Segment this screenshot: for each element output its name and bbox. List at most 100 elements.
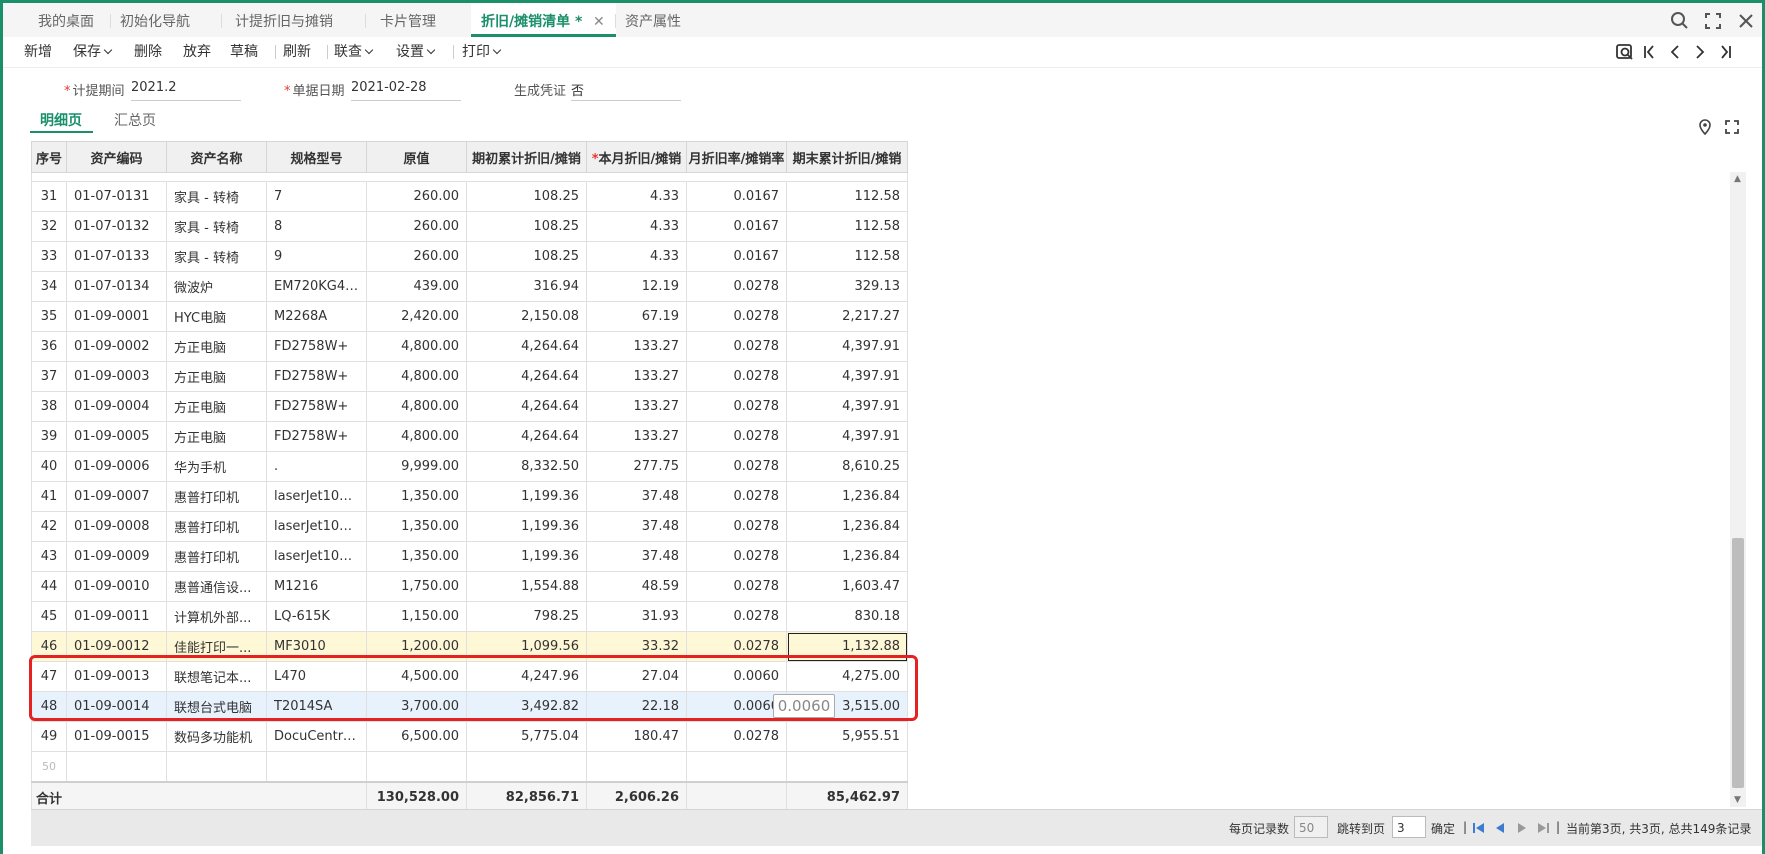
asset-code-cell[interactable]: 01-07-0134 [66,271,167,302]
begin-accum-cell[interactable]: 4,264.64 [466,391,587,422]
begin-accum-cell[interactable]: 4,264.64 [466,361,587,392]
table-row[interactable]: 36 01-09-0002 方正电脑 FD2758W+ 4,800.00 4,264.64… [31,331,908,362]
month-depr-cell[interactable]: 277.75 [586,451,687,482]
link-query-button[interactable]: 联查 [334,37,374,67]
close-window-icon[interactable] [1734,9,1758,33]
tab-summary-page[interactable]: 汇总页 [114,110,156,130]
date-field[interactable]: 2021-02-28 [351,80,461,101]
location-pin-icon[interactable] [1696,118,1714,136]
last-page-icon[interactable] [1536,821,1550,835]
begin-accum-cell[interactable]: 1,199.36 [466,511,587,542]
monthly-rate-cell[interactable]: 0.0167 [686,181,787,212]
empty-cell[interactable] [686,751,787,783]
original-value-cell[interactable]: 9,999.00 [366,451,467,482]
header-asset-code[interactable]: 资产编码 [66,141,167,173]
table-row[interactable]: 43 01-09-0009 惠普打印机 laserJet102... 1,350.00 1… [31,541,908,572]
monthly-rate-cell[interactable]: 0.0167 [686,211,787,242]
table-row[interactable]: 32 01-07-0132 家具 - 转椅 8 260.00 108.25 4.33 0.01… [31,211,908,242]
spec-cell[interactable]: M2268A [266,301,367,332]
begin-accum-cell[interactable]: 316.94 [466,271,587,302]
first-page-icon[interactable] [1472,821,1486,835]
table-row[interactable]: 41 01-09-0007 惠普打印机 laserJet102... 1,350.00 1… [31,481,908,512]
last-record-icon[interactable] [1715,42,1735,62]
table-row[interactable]: 34 01-07-0134 微波炉 EM720KG4-... 439.00 316.94 1… [31,271,908,302]
original-value-cell[interactable]: 4,800.00 [366,391,467,422]
begin-accum-cell[interactable]: 1,199.36 [466,481,587,512]
row-index-cell[interactable]: 36 [31,331,67,362]
header-monthly-rate[interactable]: 月折旧率/摊销率 [686,141,787,173]
end-accum-cell[interactable]: 830.18 [786,601,908,632]
original-value-cell[interactable]: 4,800.00 [366,421,467,452]
begin-accum-cell[interactable]: 4,264.64 [466,421,587,452]
asset-name-cell[interactable]: 惠普打印机 [166,541,267,572]
month-depr-cell[interactable]: 4.33 [586,211,687,242]
spec-cell[interactable]: LQ-615K [266,601,367,632]
monthly-rate-cell[interactable]: 0.0278 [686,571,787,602]
month-depr-cell[interactable]: 133.27 [586,421,687,452]
asset-name-cell[interactable]: 惠普打印机 [166,481,267,512]
asset-name-cell[interactable]: 家具 - 转椅 [166,181,267,212]
tab-init-guide[interactable]: 初始化导航 [120,3,190,37]
table-row[interactable]: 45 01-09-0011 计算机外部... LQ-615K 1,150.00 798.2… [31,601,908,632]
row-index-cell[interactable]: 31 [31,181,67,212]
empty-cell[interactable] [366,751,467,783]
original-value-cell[interactable]: 1,750.00 [366,571,467,602]
asset-name-cell[interactable]: 计算机外部... [166,601,267,632]
row-index-cell[interactable]: 32 [31,211,67,242]
original-value-cell[interactable]: 1,350.00 [366,541,467,572]
asset-name-cell[interactable]: 华为手机 [166,451,267,482]
row-index-cell[interactable]: 43 [31,541,67,572]
row-index-cell[interactable]: 33 [31,241,67,272]
header-original-value[interactable]: 原值 [366,141,467,173]
begin-accum-cell[interactable]: 1,554.88 [466,571,587,602]
row-index-cell[interactable]: 41 [31,481,67,512]
original-value-cell[interactable]: 6,500.00 [366,721,467,752]
monthly-rate-cell[interactable]: 0.0278 [686,301,787,332]
month-depr-cell[interactable]: 4.33 [586,241,687,272]
month-depr-cell[interactable]: 12.19 [586,271,687,302]
previous-record-icon[interactable] [1665,42,1685,62]
spec-cell[interactable]: 7 [266,181,367,212]
search-icon[interactable] [1668,9,1692,33]
asset-code-cell[interactable]: 01-07-0131 [66,181,167,212]
monthly-rate-cell[interactable]: 0.0278 [686,481,787,512]
table-row[interactable]: 39 01-09-0005 方正电脑 FD2758W+ 4,800.00 4,264.64… [31,421,908,452]
row-index-cell[interactable]: 44 [31,571,67,602]
end-accum-cell[interactable]: 1,236.84 [786,481,908,512]
cell-editor-tooltip[interactable]: 0.0060 [773,694,835,718]
monthly-rate-cell[interactable]: 0.0278 [686,451,787,482]
spec-cell[interactable]: FD2758W+ [266,421,367,452]
asset-code-cell[interactable]: 01-09-0007 [66,481,167,512]
period-field[interactable]: 2021.2 [131,80,241,101]
original-value-cell[interactable]: 2,420.00 [366,301,467,332]
tab-detail-page[interactable]: 明细页 [40,110,82,130]
spec-cell[interactable]: laserJet102... [266,541,367,572]
end-accum-cell[interactable]: 4,397.91 [786,391,908,422]
first-record-icon[interactable] [1640,42,1660,62]
asset-code-cell[interactable]: 01-09-0009 [66,541,167,572]
next-page-icon[interactable] [1515,821,1529,835]
asset-name-cell[interactable]: 家具 - 转椅 [166,211,267,242]
spec-cell[interactable]: DocuCentre... [266,721,367,752]
expand-icon[interactable] [1723,118,1741,136]
end-accum-cell[interactable]: 112.58 [786,241,908,272]
spec-cell[interactable]: . [266,451,367,482]
begin-accum-cell[interactable]: 4,264.64 [466,331,587,362]
spec-cell[interactable]: 8 [266,211,367,242]
preview-icon[interactable] [1615,42,1635,62]
table-row[interactable]: 44 01-09-0010 惠普通信设... M1216 1,750.00 1,554.8… [31,571,908,602]
row-index-cell[interactable]: 49 [31,721,67,752]
month-depr-cell[interactable]: 67.19 [586,301,687,332]
discard-button[interactable]: 放弃 [183,37,211,67]
monthly-rate-cell[interactable]: 0.0278 [686,271,787,302]
empty-cell[interactable] [466,751,587,783]
table-row[interactable]: 38 01-09-0004 方正电脑 FD2758W+ 4,800.00 4,264.64… [31,391,908,422]
begin-accum-cell[interactable]: 8,332.50 [466,451,587,482]
original-value-cell[interactable]: 1,350.00 [366,511,467,542]
scroll-up-arrow-icon[interactable]: ▲ [1734,174,1741,184]
row-index-cell[interactable]: 42 [31,511,67,542]
table-row[interactable]: 40 01-09-0006 华为手机. 9,999.00 8,332.50 277.75 0… [31,451,908,482]
original-value-cell[interactable]: 260.00 [366,211,467,242]
asset-code-cell[interactable]: 01-07-0133 [66,241,167,272]
asset-code-cell[interactable]: 01-09-0005 [66,421,167,452]
